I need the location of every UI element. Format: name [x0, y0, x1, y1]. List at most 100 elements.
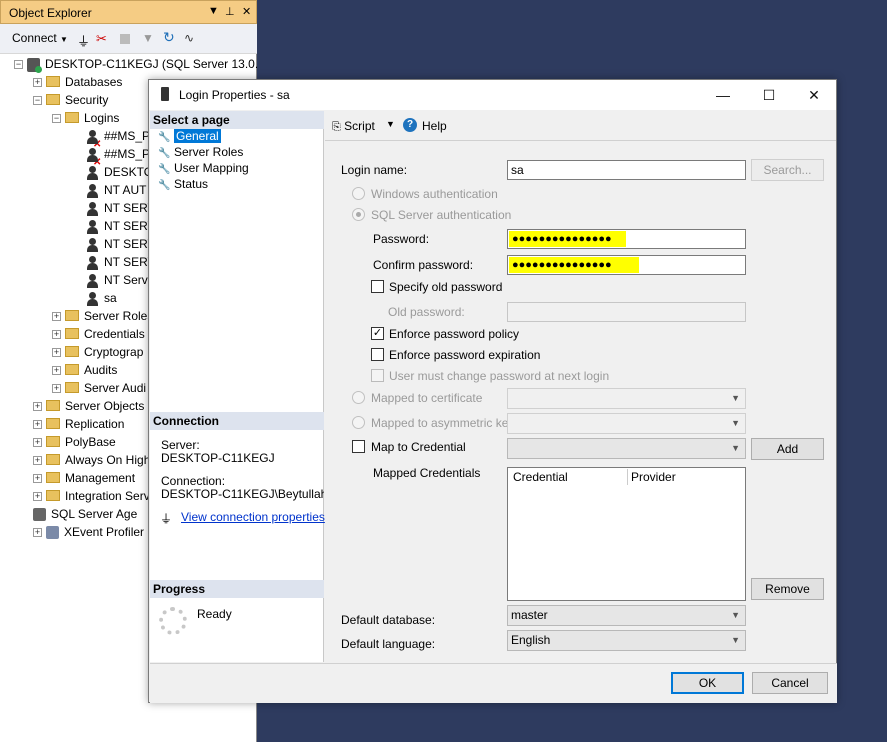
password-input[interactable]: ●●●●●●●●●●●●●●● [507, 229, 746, 249]
expand-icon[interactable]: + [52, 312, 61, 322]
collapse-icon[interactable]: − [14, 60, 23, 70]
tree-node[interactable]: NT SERV [86, 253, 156, 271]
dialog-button-bar: OK Cancel [150, 663, 837, 703]
tree-node[interactable]: − Logins [52, 109, 119, 127]
collapse-icon[interactable]: − [33, 96, 42, 106]
tree-node[interactable]: + XEvent Profiler [33, 523, 144, 541]
sql-agent-icon [33, 508, 46, 522]
progress-spinner-icon [159, 607, 187, 635]
folder-icon [46, 436, 60, 448]
certificate-select[interactable]: ▼ [507, 388, 746, 409]
close-icon[interactable]: ✕ [242, 5, 251, 18]
expand-icon[interactable]: + [33, 492, 42, 502]
tree-node[interactable]: + Audits [52, 361, 117, 379]
dropdown-icon[interactable]: ▼ [208, 5, 219, 17]
ok-button[interactable]: OK [671, 672, 744, 694]
default-database-select[interactable]: master ▼ [507, 605, 746, 626]
filter-icon[interactable]: ▼ [142, 31, 154, 45]
mapped-certificate-radio[interactable] [352, 391, 365, 404]
tree-node[interactable]: + PolyBase [33, 433, 116, 451]
collapse-icon[interactable]: − [52, 114, 61, 124]
sql-auth-radio[interactable] [352, 208, 365, 221]
must-change-checkbox[interactable] [371, 369, 384, 382]
tree-node[interactable]: + Always On High [33, 451, 150, 469]
tree-node[interactable]: − Security [33, 91, 108, 109]
cancel-button[interactable]: Cancel [752, 672, 828, 694]
stop-icon[interactable] [120, 34, 130, 44]
script-button[interactable]: ⎘ Script [332, 119, 375, 134]
tree-node[interactable]: + Cryptograp [52, 343, 143, 361]
expand-icon[interactable]: + [33, 420, 42, 430]
tree-node[interactable]: + Management [33, 469, 135, 487]
windows-auth-label: Windows authentication [371, 187, 498, 201]
minimize-button[interactable]: — [708, 84, 738, 106]
tree-node[interactable]: + Databases [33, 73, 122, 91]
expand-icon[interactable]: + [33, 78, 42, 88]
refresh-icon[interactable]: ↻ [163, 29, 175, 46]
expand-icon[interactable]: + [33, 474, 42, 484]
credential-select[interactable]: ▼ [507, 438, 746, 459]
old-password-input[interactable] [507, 302, 746, 322]
expand-icon[interactable]: + [52, 384, 61, 394]
mapped-credentials-grid[interactable]: Credential Provider [507, 467, 746, 601]
tree-node[interactable]: SQL Server Age [33, 505, 137, 523]
expand-icon[interactable]: + [52, 348, 61, 358]
expand-icon[interactable]: + [33, 402, 42, 412]
confirm-password-label: Confirm password: [373, 258, 474, 272]
enforce-expiration-checkbox[interactable] [371, 348, 384, 361]
view-connection-properties-link[interactable]: View connection properties [181, 510, 325, 524]
tree-node[interactable]: + Replication [33, 415, 124, 433]
tree-node[interactable]: NT SERV [86, 235, 156, 253]
page-user-mapping[interactable]: 🔧 User Mapping [158, 160, 249, 176]
mapped-asymmetric-radio[interactable] [352, 416, 365, 429]
asymmetric-key-select[interactable]: ▼ [507, 413, 746, 434]
tree-node[interactable]: ✕ ##MS_P [86, 127, 150, 150]
page-general[interactable]: 🔧 General [158, 128, 221, 144]
tree-node[interactable]: + Server Objects [33, 397, 144, 415]
expand-icon[interactable]: + [52, 366, 61, 376]
connect-plug-icon[interactable]: ⏚ [77, 31, 90, 50]
connect-button[interactable]: Connect ▼ [12, 31, 68, 45]
default-language-select[interactable]: English ▼ [507, 630, 746, 651]
tree-node[interactable]: DESKTO [86, 163, 153, 181]
help-icon[interactable]: ? [403, 118, 417, 132]
expand-icon[interactable]: + [33, 456, 42, 466]
expand-icon[interactable]: + [33, 438, 42, 448]
tree-node-label: Management [65, 471, 136, 485]
login-name-input[interactable]: sa [507, 160, 746, 180]
default-database-label: Default database: [341, 613, 436, 627]
tree-node[interactable]: NT SERV [86, 199, 156, 217]
page-server-roles[interactable]: 🔧 Server Roles [158, 144, 243, 160]
tree-node[interactable]: + Server Roles [52, 307, 153, 325]
tree-node[interactable]: NT SERV [86, 217, 156, 235]
maximize-button[interactable]: ☐ [754, 84, 784, 106]
enforce-policy-checkbox[interactable]: ✓ [371, 327, 384, 340]
close-button[interactable]: ✕ [799, 84, 829, 106]
confirm-password-input[interactable]: ●●●●●●●●●●●●●●● [507, 255, 746, 275]
map-to-credential-checkbox[interactable] [352, 440, 365, 453]
folder-icon [65, 112, 79, 124]
expand-icon[interactable]: + [52, 330, 61, 340]
tree-node[interactable]: + Credentials [52, 325, 145, 343]
tree-node[interactable]: NT Serv [86, 271, 148, 289]
disconnect-icon[interactable]: ✂ [96, 31, 107, 47]
activity-monitor-icon[interactable]: ∿ [184, 31, 194, 45]
windows-auth-radio[interactable] [352, 187, 365, 200]
remove-button[interactable]: Remove [751, 578, 824, 600]
tree-node[interactable]: + Server Audi [52, 379, 146, 397]
help-button[interactable]: Help [422, 119, 447, 133]
page-status[interactable]: 🔧 Status [158, 176, 208, 192]
expand-icon[interactable]: + [33, 528, 42, 538]
add-button[interactable]: Add [751, 438, 824, 460]
tree-node[interactable]: ✕ ##MS_P [86, 145, 150, 168]
pin-icon[interactable]: ⊥ [225, 5, 235, 18]
progress-header: Progress [150, 580, 324, 598]
folder-icon [65, 310, 79, 322]
search-button[interactable]: Search... [751, 159, 824, 181]
tree-node[interactable]: − DESKTOP-C11KEGJ (SQL Server 13.0.502 [14, 55, 257, 73]
tree-node[interactable]: + Integration Serv [33, 487, 150, 505]
tree-node[interactable]: NT AUT [86, 181, 146, 199]
tree-node[interactable]: sa [86, 289, 117, 307]
specify-old-password-checkbox[interactable] [371, 280, 384, 293]
script-dropdown-icon[interactable]: ▼ [386, 119, 395, 129]
